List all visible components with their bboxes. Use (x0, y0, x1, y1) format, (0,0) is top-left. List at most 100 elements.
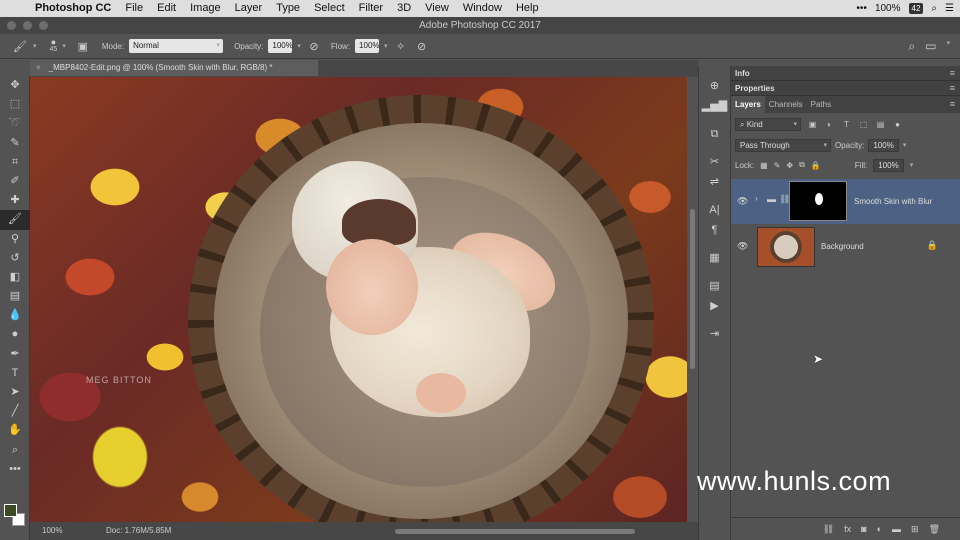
mode-dropdown[interactable]: Normal ▾ (129, 39, 224, 53)
brush-tool-preset-icon[interactable]: 🖌 (12, 40, 28, 53)
crop-tool-icon[interactable]: ⌗ (0, 153, 30, 172)
brush-settings-icon[interactable]: ✂ (699, 152, 730, 172)
menu-help[interactable]: Help (509, 0, 546, 17)
properties-panel-header[interactable]: Properties ≡ (731, 81, 960, 96)
menu-window[interactable]: Window (456, 0, 509, 17)
layer-name[interactable]: Background (821, 242, 864, 251)
info-panel-header[interactable]: Info ≡ (731, 66, 960, 81)
filter-toggle-icon[interactable]: ● (892, 120, 903, 129)
lock-transparency-icon[interactable]: ▦ (760, 161, 768, 170)
panel-menu-icon[interactable]: ≡ (950, 96, 955, 113)
menu-filter[interactable]: Filter (352, 0, 390, 17)
layer-mask-thumbnail[interactable] (789, 181, 847, 221)
tab-channels[interactable]: Channels (765, 96, 807, 113)
notification-center-icon[interactable]: ☰ (945, 3, 954, 14)
tab-paths[interactable]: Paths (807, 96, 835, 113)
visibility-eye-icon[interactable]: 👁 (737, 241, 748, 252)
notes-panel-icon[interactable]: ▤ (699, 276, 730, 296)
dodge-tool-icon[interactable]: ● (0, 325, 30, 344)
paragraph-panel-icon[interactable]: ¶ (699, 220, 730, 240)
blend-mode-dropdown[interactable]: Pass Through ▾ (735, 138, 831, 152)
pixel-filter-icon[interactable]: ▣ (807, 120, 818, 129)
pressure-size-icon[interactable]: ⊘ (414, 40, 430, 53)
libraries-panel-icon[interactable]: ▦ (699, 248, 730, 268)
history-brush-tool-icon[interactable]: ↺ (0, 249, 30, 268)
adjustment-filter-icon[interactable]: ◐ (824, 120, 835, 129)
menu-image[interactable]: Image (183, 0, 228, 17)
layer-name[interactable]: Smooth Skin with Blur (854, 197, 932, 206)
pressure-opacity-icon[interactable]: ⊘ (306, 40, 322, 53)
edit-toolbar-icon[interactable]: ••• (0, 460, 30, 479)
adjustment-layer-icon[interactable]: ◐ (877, 524, 882, 534)
lock-artboard-icon[interactable]: ⧉ (799, 160, 805, 170)
histogram-panel-icon[interactable]: ▂▅▇ (699, 96, 730, 116)
menu-edit[interactable]: Edit (150, 0, 183, 17)
type-filter-icon[interactable]: T (841, 120, 852, 129)
actions-panel-icon[interactable]: ▶ (699, 296, 730, 316)
doc-size[interactable]: Doc: 1.76M/5.85M (106, 522, 171, 540)
hand-tool-icon[interactable]: ✋ (0, 421, 30, 440)
layer-thumbnail[interactable] (757, 227, 815, 267)
eyedropper-tool-icon[interactable]: ✐ (0, 172, 30, 191)
expand-group-icon[interactable]: › (755, 194, 758, 203)
menu-3d[interactable]: 3D (390, 0, 418, 17)
foreground-color-swatch[interactable] (4, 504, 17, 517)
document-canvas[interactable]: MEG BITTON (30, 77, 687, 522)
search-icon[interactable]: ⌕ (908, 39, 915, 54)
layer-row[interactable]: 👁 Background 🔒 (731, 224, 960, 269)
new-group-icon[interactable]: ▬ (892, 524, 901, 534)
delete-layer-icon[interactable]: 🗑 (929, 524, 940, 535)
blur-tool-icon[interactable]: 💧 (0, 306, 30, 325)
brush-tool-icon[interactable]: 🖌 (0, 210, 30, 230)
vertical-scrollbar[interactable] (687, 77, 698, 522)
fill-field[interactable]: 100% (873, 158, 904, 172)
character-panel-icon[interactable]: A| (699, 200, 730, 220)
timeline-panel-icon[interactable]: ⇥ (699, 324, 730, 344)
line-tool-icon[interactable]: ╱ (0, 402, 30, 421)
history-panel-icon[interactable]: ⧉ (699, 124, 730, 144)
lock-all-icon[interactable]: 🔒 (811, 161, 821, 170)
chevron-down-icon[interactable]: ▾ (910, 161, 914, 169)
add-mask-icon[interactable]: ◙ (861, 524, 866, 534)
visibility-eye-icon[interactable]: 👁 (737, 196, 748, 207)
clone-stamp-tool-icon[interactable]: ⚲ (0, 230, 30, 249)
type-tool-icon[interactable]: T (0, 364, 30, 383)
layer-opacity-field[interactable]: 100% (868, 138, 899, 152)
minimize-window-button[interactable] (23, 21, 32, 30)
move-tool-icon[interactable]: ✥ (0, 76, 30, 95)
chevron-down-icon[interactable]: ▾ (903, 141, 907, 149)
gradient-tool-icon[interactable]: ▤ (0, 287, 30, 306)
link-layers-icon[interactable]: ⛓ (823, 524, 834, 535)
quick-selection-tool-icon[interactable]: ✎ (0, 134, 30, 153)
filter-kind-dropdown[interactable]: ⌕ Kind ▾ (735, 117, 801, 131)
scrollbar-thumb[interactable] (690, 209, 695, 369)
panel-menu-icon[interactable]: ≡ (950, 66, 955, 81)
brush-picker[interactable]: ● 45 (50, 38, 58, 54)
new-layer-icon[interactable]: ⊞ (911, 524, 919, 535)
chevron-down-icon[interactable]: ▾ (297, 42, 301, 50)
menubar-extras-icon[interactable]: ••• (856, 3, 867, 14)
panel-menu-icon[interactable]: ≡ (950, 81, 955, 96)
adjustments-panel-icon[interactable]: ⇌ (699, 172, 730, 192)
smart-object-filter-icon[interactable]: ▤ (875, 120, 886, 129)
menu-type[interactable]: Type (269, 0, 307, 17)
lock-pixels-icon[interactable]: ✎ (774, 161, 781, 170)
menu-select[interactable]: Select (307, 0, 352, 17)
zoom-level[interactable]: 100% (42, 522, 62, 540)
menu-layer[interactable]: Layer (228, 0, 270, 17)
color-swatches[interactable] (4, 504, 26, 528)
zoom-window-button[interactable] (39, 21, 48, 30)
workspace-icon[interactable]: ▭ (925, 39, 936, 54)
close-window-button[interactable] (7, 21, 16, 30)
opacity-field[interactable]: 100% (268, 39, 293, 53)
airbrush-icon[interactable]: ✧ (393, 40, 409, 53)
brush-panel-icon[interactable]: ▣ (75, 40, 91, 53)
spotlight-search-icon[interactable]: ⌕ (931, 3, 937, 14)
zoom-tool-icon[interactable]: ⌕ (0, 441, 30, 460)
chevron-down-icon[interactable]: ▾ (946, 39, 950, 54)
menu-app[interactable]: Photoshop CC (28, 0, 118, 17)
close-tab-icon[interactable]: × (36, 63, 41, 72)
horizontal-scrollbar[interactable] (395, 529, 635, 534)
pen-tool-icon[interactable]: ✒ (0, 345, 30, 364)
battery-icon[interactable]: 42 (908, 3, 924, 14)
